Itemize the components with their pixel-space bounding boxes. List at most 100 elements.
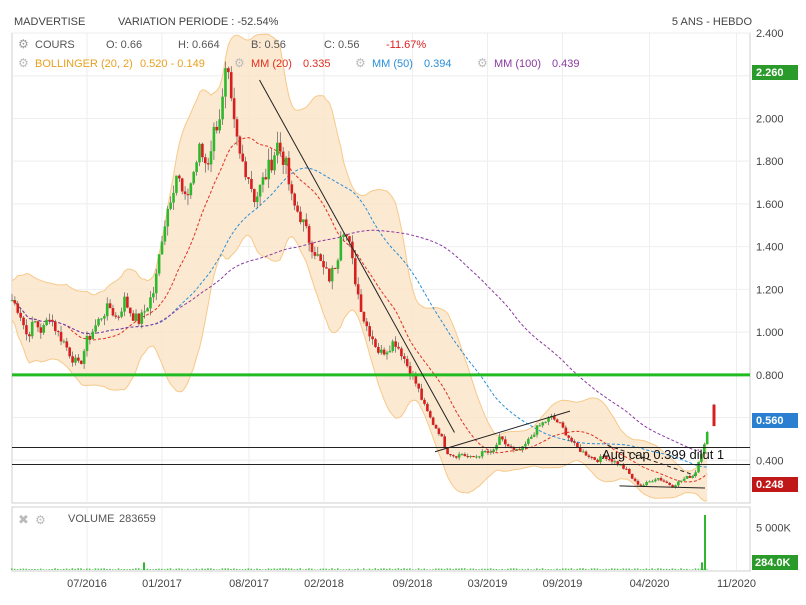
- volume-bar: [429, 569, 431, 570]
- volume-bar: [158, 568, 160, 570]
- gear-icon[interactable]: ⚙: [477, 56, 488, 70]
- trend-line: [259, 79, 455, 433]
- candle-body: [25, 325, 28, 335]
- volume-spike: [143, 562, 145, 570]
- volume-bar: [651, 568, 653, 570]
- volume-bar: [86, 568, 88, 570]
- y-tick-label: 1.800: [756, 156, 784, 168]
- candle-body: [16, 303, 20, 313]
- legend-mm100-value: 0.439: [552, 58, 580, 70]
- candle-body: [362, 311, 366, 322]
- volume-bar: [97, 568, 100, 570]
- candle-body: [221, 96, 224, 120]
- volume-bar: [426, 569, 428, 570]
- volume-bar: [311, 568, 313, 570]
- volume-bar: [120, 569, 123, 570]
- volume-bar: [628, 568, 630, 570]
- candle-body: [576, 442, 579, 448]
- volume-bar: [256, 568, 258, 570]
- volume-bar: [403, 568, 405, 570]
- volume-bar: [48, 569, 51, 570]
- volume-bar: [550, 569, 553, 570]
- volume-bar: [299, 568, 302, 570]
- candle-body: [478, 456, 481, 458]
- volume-bar: [533, 569, 535, 570]
- candle-body: [316, 254, 320, 256]
- legend-low: B: 0.56: [251, 39, 286, 51]
- candle-body: [515, 449, 519, 451]
- volume-bar: [585, 568, 587, 570]
- gear-icon[interactable]: ⚙: [18, 37, 29, 51]
- volume-bar: [559, 569, 561, 570]
- candle-body: [276, 142, 279, 156]
- volume-bar: [680, 568, 682, 570]
- volume-bar: [80, 568, 82, 570]
- volume-bar: [111, 569, 114, 570]
- volume-bar: [498, 569, 501, 570]
- candle-body: [379, 349, 383, 353]
- candle-body: [639, 484, 643, 486]
- volume-bar: [132, 568, 134, 570]
- volume-bar: [68, 569, 71, 570]
- volume-bar: [146, 568, 149, 570]
- volume-bar: [106, 569, 108, 570]
- gear-icon[interactable]: ⚙: [35, 513, 46, 527]
- volume-tick-label: 5 000K: [756, 523, 792, 535]
- y-tick-label: 2.400: [756, 28, 784, 40]
- candle-body: [100, 318, 103, 320]
- candle-body: [665, 481, 669, 483]
- candle-body: [529, 436, 533, 439]
- volume-bars: [11, 515, 708, 570]
- volume-bar: [250, 568, 253, 570]
- volume-bar: [463, 568, 466, 570]
- volume-bar: [377, 568, 379, 570]
- volume-bar: [175, 568, 178, 570]
- volume-bar: [648, 569, 651, 570]
- volume-bar: [334, 569, 336, 570]
- volume-bar: [671, 568, 674, 570]
- volume-bar: [697, 568, 700, 570]
- chart-annotation: Aug cap 0.399 dilut 1: [602, 447, 724, 462]
- candle-body: [593, 457, 596, 460]
- chart-container: MADVERTISE VARIATION PERIODE : -52.54% 5…: [0, 0, 806, 600]
- volume-bar: [212, 568, 215, 570]
- candle-body: [356, 284, 360, 295]
- candle-body: [128, 307, 132, 314]
- volume-bar: [224, 568, 227, 570]
- candle-body: [697, 461, 700, 473]
- candle-body: [492, 449, 496, 452]
- volume-bar: [267, 568, 270, 570]
- candle-body: [662, 480, 666, 482]
- volume-bar: [77, 568, 79, 570]
- volume-bar: [544, 569, 547, 570]
- gear-icon[interactable]: ⚙: [355, 56, 366, 70]
- gear-icon[interactable]: ⚙: [18, 56, 29, 70]
- candle-body: [74, 357, 77, 363]
- candle-body: [281, 151, 285, 165]
- volume-bar: [411, 569, 414, 570]
- volume-bar: [100, 568, 103, 570]
- volume-bar: [660, 568, 662, 570]
- candle-body: [131, 313, 135, 321]
- gear-icon[interactable]: ⚙: [234, 56, 245, 70]
- candle-body: [622, 464, 625, 469]
- candle-body: [117, 316, 121, 318]
- volume-bar: [241, 569, 244, 570]
- candle-body: [212, 126, 216, 152]
- volume-bar: [481, 568, 483, 570]
- volume-bar: [538, 569, 541, 570]
- volume-bar: [394, 568, 397, 570]
- candle-body: [382, 349, 386, 355]
- badge-last-volume-text: 284.0K: [755, 557, 791, 569]
- candle-body: [154, 273, 158, 294]
- candle-body: [319, 254, 322, 262]
- volume-bar: [207, 568, 209, 570]
- volume-bar: [34, 568, 36, 570]
- volume-bar: [432, 569, 434, 570]
- candle-body: [454, 456, 458, 458]
- candle-body: [244, 161, 247, 178]
- volume-bar: [270, 568, 273, 570]
- legend-mm50-label: MM (50): [372, 58, 413, 70]
- close-icon[interactable]: ✖: [18, 512, 29, 527]
- volume-bar: [342, 569, 345, 570]
